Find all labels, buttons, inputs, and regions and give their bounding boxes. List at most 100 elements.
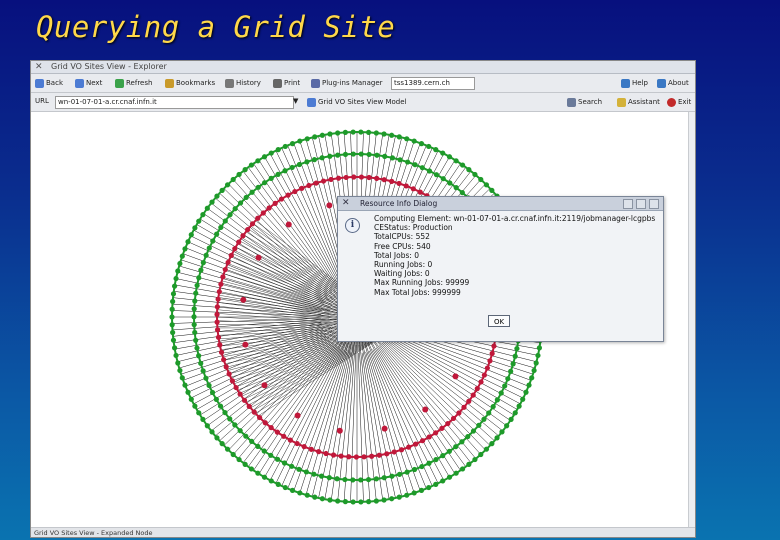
- outer-node: [227, 212, 233, 218]
- outer-node: [327, 497, 333, 503]
- outer-node: [459, 162, 466, 168]
- outer-node: [188, 396, 194, 402]
- outer-node: [478, 176, 484, 183]
- outer-node: [499, 429, 505, 435]
- inner-node: [241, 397, 248, 403]
- graph-edge: [373, 328, 507, 426]
- outer-node: [459, 189, 465, 196]
- outer-node: [389, 496, 395, 502]
- outer-node: [179, 375, 185, 381]
- outer-node: [327, 131, 333, 137]
- outer-node: [255, 470, 261, 476]
- inner-node: [236, 239, 242, 245]
- outer-node: [404, 136, 410, 142]
- outer-node: [188, 232, 194, 238]
- outer-node: [535, 352, 541, 359]
- inner-node: [398, 447, 405, 453]
- outer-node: [366, 499, 372, 505]
- inner-node: [422, 406, 429, 413]
- maximize-icon[interactable]: [636, 199, 646, 209]
- outer-node: [498, 390, 504, 396]
- outer-node: [206, 382, 212, 389]
- outer-node: [198, 360, 204, 366]
- dialog-close-icon[interactable]: ✕: [342, 197, 350, 210]
- outer-node: [326, 475, 332, 481]
- inner-node: [461, 404, 467, 410]
- outer-node: [433, 456, 439, 463]
- outer-node: [440, 478, 446, 484]
- outer-node: [282, 143, 288, 150]
- inner-node: [403, 183, 409, 189]
- inner-node: [255, 254, 262, 261]
- outer-node: [275, 481, 281, 487]
- outer-node: [200, 416, 206, 422]
- outer-node: [433, 481, 439, 487]
- outer-node: [358, 477, 364, 483]
- outer-node: [289, 141, 296, 147]
- inner-node: [353, 454, 359, 460]
- outer-node: [481, 416, 487, 422]
- outer-node: [170, 291, 177, 297]
- outer-node: [489, 441, 495, 447]
- outer-node: [486, 410, 492, 416]
- inner-node: [306, 182, 312, 189]
- outer-node: [426, 143, 432, 150]
- outer-node: [529, 375, 535, 381]
- outer-node: [227, 416, 233, 422]
- outer-node: [219, 187, 225, 193]
- inner-node: [374, 175, 380, 181]
- outer-node: [192, 403, 198, 409]
- inner-node: [396, 180, 402, 187]
- outer-node: [358, 129, 364, 135]
- outer-node: [342, 476, 348, 483]
- outer-node: [389, 132, 395, 138]
- outer-node: [459, 466, 466, 472]
- outer-node: [262, 180, 268, 186]
- inner-node: [262, 420, 268, 426]
- outer-node: [446, 474, 453, 480]
- inner-node: [445, 420, 451, 427]
- outer-node: [173, 275, 179, 282]
- outer-node: [327, 153, 333, 159]
- close-box-icon[interactable]: [649, 199, 659, 209]
- info-line: CEStatus: Production: [374, 223, 453, 233]
- inner-node: [439, 425, 445, 431]
- outer-node: [489, 187, 495, 193]
- outer-node: [255, 443, 261, 449]
- inner-node: [292, 188, 298, 195]
- minimize-icon[interactable]: [623, 199, 633, 209]
- inner-node: [215, 296, 221, 302]
- outer-node: [505, 376, 511, 382]
- outer-node: [194, 345, 200, 351]
- inner-node: [278, 196, 285, 202]
- inner-node: [287, 437, 293, 443]
- outer-node: [311, 157, 318, 163]
- outer-node: [472, 456, 478, 463]
- outer-node: [303, 469, 309, 475]
- inner-node: [225, 259, 231, 266]
- ok-button[interactable]: OK: [488, 315, 510, 327]
- inner-node: [214, 304, 220, 310]
- inner-node: [491, 343, 497, 349]
- dialog-titlebar: ✕ Resource Info Dialog: [338, 197, 663, 211]
- inner-node: [481, 372, 487, 378]
- inner-node: [260, 210, 266, 216]
- outer-node: [426, 484, 432, 491]
- graph-edge: [228, 336, 338, 451]
- outer-node: [342, 499, 348, 505]
- outer-node: [236, 456, 242, 463]
- info-line: Computing Element: wn-01-07-01-a.cr.cnaf…: [374, 214, 656, 223]
- inner-node: [246, 403, 252, 409]
- inner-node: [294, 440, 300, 447]
- outer-node: [373, 476, 379, 482]
- outer-node: [204, 423, 210, 429]
- outer-node: [502, 383, 508, 389]
- inner-node: [221, 357, 227, 363]
- outer-node: [418, 487, 425, 493]
- inner-node: [478, 379, 484, 385]
- inner-node: [308, 446, 314, 452]
- outer-node: [222, 409, 228, 416]
- outer-node: [490, 403, 496, 410]
- outer-node: [358, 151, 364, 157]
- outer-node: [281, 460, 288, 466]
